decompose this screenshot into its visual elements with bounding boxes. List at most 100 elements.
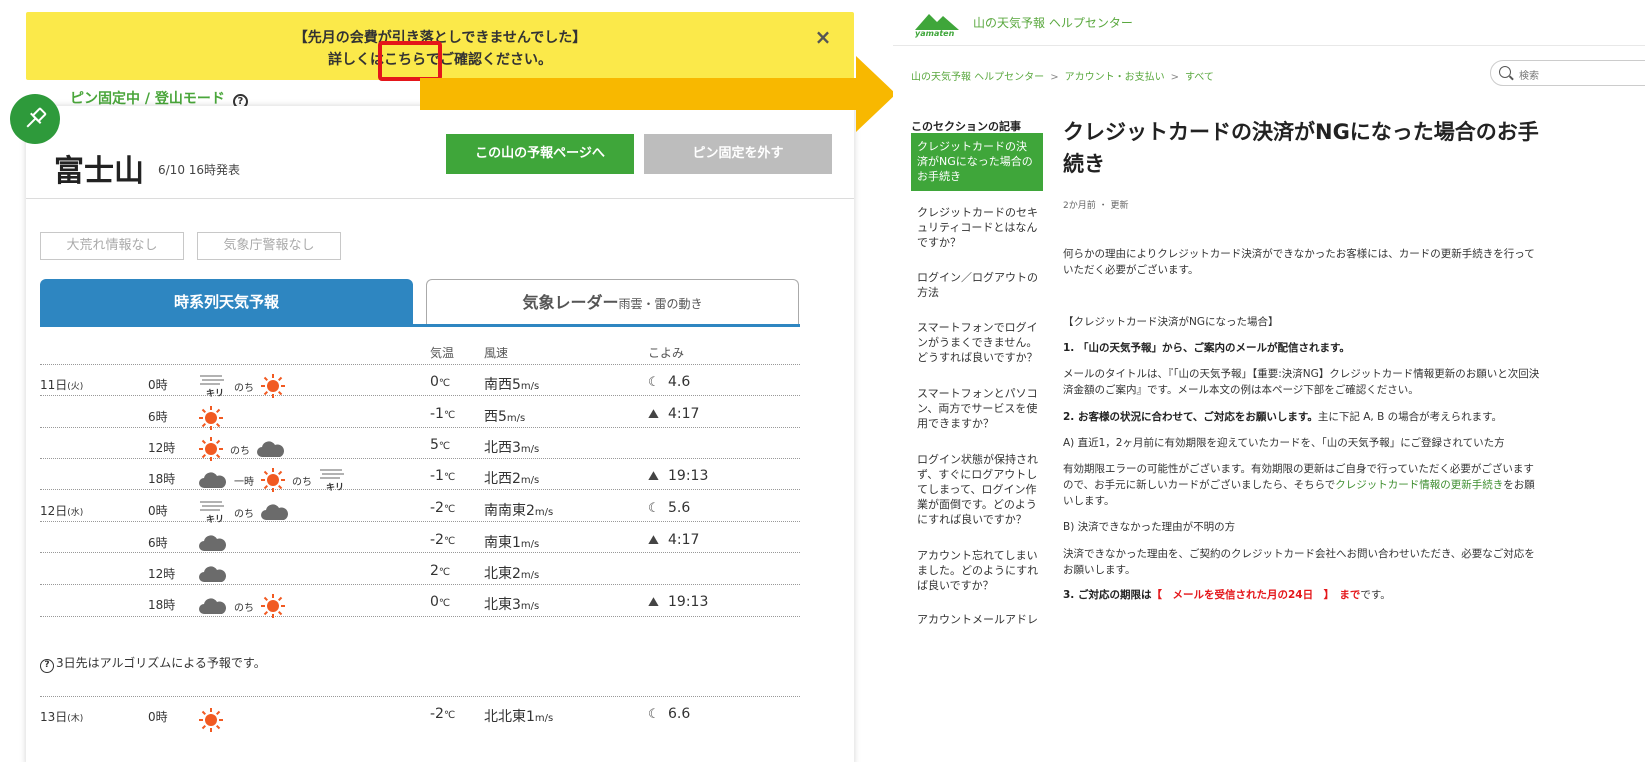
sidebar-item-account-email[interactable]: アカウントメールアドレ bbox=[917, 612, 1041, 627]
wind-value: 南西5m/s bbox=[484, 377, 540, 393]
breadcrumb: 山の天気予報 ヘルプセンター > アカウント・お支払い > すべて bbox=[911, 68, 1214, 83]
mountain-card: 富士山 6/10 16時発表 この山の予報ページへ ピン固定を外す 大荒れ情報な… bbox=[26, 106, 854, 762]
jma-warning-badge: 気象庁警報なし bbox=[197, 232, 341, 260]
tab-underline bbox=[40, 324, 800, 327]
row-divider bbox=[40, 458, 800, 459]
weather-icons: 一時 のち キリ bbox=[198, 467, 348, 493]
fog-label: キリ bbox=[326, 483, 345, 493]
wind-value: 北西3m/s bbox=[484, 440, 540, 456]
time-label: 18時 bbox=[148, 472, 176, 486]
logo-text: yamaten bbox=[915, 29, 955, 38]
weather-icons bbox=[198, 530, 228, 556]
row-divider bbox=[40, 616, 800, 617]
weather-icons bbox=[198, 561, 228, 587]
sidebar-item-smartphone-pc[interactable]: スマートフォンとパソコン、両方でサービスを使用できますか？ bbox=[917, 386, 1041, 431]
sunrise-icon: ⛰ bbox=[648, 407, 659, 422]
article-step-3: 3. ご対応の期限は【 メールを受信された月の24日 】 までです。 bbox=[1063, 587, 1541, 603]
arrow-icon bbox=[420, 56, 896, 132]
banner-close-icon[interactable]: × bbox=[812, 26, 834, 48]
unpin-button[interactable]: ピン固定を外す bbox=[644, 134, 832, 174]
sidebar-item-smartphone-login[interactable]: スマートフォンでログインがうまくできません。どうすれば良いですか？ bbox=[917, 320, 1041, 365]
wind-value: 南南東2m/s bbox=[484, 503, 554, 519]
koyomi-value: ☾ 4.6 bbox=[648, 374, 691, 390]
wind-value: 北東2m/s bbox=[484, 566, 540, 582]
cloud-icon bbox=[199, 472, 226, 488]
help-center-title[interactable]: 山の天気予報 ヘルプセンター bbox=[973, 14, 1133, 31]
temperature-value: -1℃ bbox=[430, 468, 456, 484]
koyomi-value: ⛰ 19:13 bbox=[648, 468, 709, 484]
day-label: 12日(水) bbox=[40, 504, 84, 518]
sidebar-item-login-logout[interactable]: ログイン／ログアウトの方法 bbox=[917, 270, 1041, 300]
sidebar-item-security-code[interactable]: クレジットカードのセキュリティコードとはなんですか？ bbox=[917, 205, 1041, 250]
wind-value: 南東1m/s bbox=[484, 535, 540, 551]
cloud-icon bbox=[199, 598, 226, 614]
row-divider bbox=[40, 584, 800, 585]
day-label: 11日(火) bbox=[40, 378, 84, 392]
breadcrumb-item-home[interactable]: 山の天気予報 ヘルプセンター bbox=[911, 72, 1044, 83]
logo-mountain bbox=[915, 14, 959, 30]
day-label: 13日(木) bbox=[40, 710, 84, 724]
breadcrumb-item-all[interactable]: すべて bbox=[1185, 72, 1214, 83]
then-label: のち bbox=[234, 602, 254, 614]
sidebar-item-login-state[interactable]: ログイン状態が保持されず、すぐにログアウトしてしまって、ログイン作業が面倒です。… bbox=[917, 452, 1041, 527]
weather-icons: のち bbox=[198, 436, 286, 462]
header-wind: 風速 bbox=[484, 346, 509, 360]
row-divider bbox=[40, 489, 800, 490]
sidebar-item-credit-ng[interactable]: クレジットカードの決済がNGになった場合のお手続き bbox=[911, 133, 1043, 191]
article-case-a-body: 有効期限エラーの可能性がございます。有効期限の更新はご自身で行っていただく必要が… bbox=[1063, 461, 1541, 509]
pin-mode-text: ピン固定中 / 登山モード bbox=[70, 91, 225, 107]
arrow-shape bbox=[420, 56, 896, 132]
article-case-a: A) 直近1，2ヶ月前に有効期限を迎えていたカードを、「山の天気予報」にご登録さ… bbox=[1063, 437, 1505, 449]
sunset-icon: ⛰ bbox=[648, 469, 659, 484]
weather-icons: キリ のち bbox=[198, 373, 286, 399]
card-divider bbox=[26, 198, 854, 199]
article-case-b-body: 決済できなかった理由を、ご契約のクレジットカード会社へお問い合わせいただき、必要… bbox=[1063, 548, 1535, 576]
sun-icon bbox=[261, 374, 285, 398]
fog-icon: キリ bbox=[198, 374, 228, 399]
time-label: 12時 bbox=[148, 567, 176, 581]
breadcrumb-separator: > bbox=[1050, 72, 1059, 83]
header-temp: 気温 bbox=[430, 346, 455, 360]
koyomi-value: ⛰ 4:17 bbox=[648, 532, 700, 548]
then-label: のち bbox=[234, 382, 254, 394]
wind-value: 西5m/s bbox=[484, 409, 526, 425]
pin-icon[interactable] bbox=[10, 94, 60, 144]
temperature-value: -2℃ bbox=[430, 500, 456, 516]
algorithm-note-text: 3日先はアルゴリズムによる予報です。 bbox=[56, 656, 266, 670]
weather-icons bbox=[198, 405, 224, 431]
search-icon bbox=[1499, 66, 1511, 78]
fog-label: キリ bbox=[206, 515, 225, 525]
yamaten-logo-icon[interactable]: yamaten bbox=[911, 10, 967, 38]
wind-value: 北北東1m/s bbox=[484, 709, 554, 725]
row-divider bbox=[40, 521, 800, 522]
temperature-value: -2℃ bbox=[430, 706, 456, 722]
search-placeholder: 検索 bbox=[1519, 71, 1539, 82]
koyomi-value: ⛰ 19:13 bbox=[648, 594, 709, 610]
time-label: 6時 bbox=[148, 410, 168, 424]
step-1-heading: 1. 「山の天気予報」から、ご案内のメールが配信されます。 bbox=[1063, 342, 1350, 354]
time-label: 0時 bbox=[148, 378, 168, 392]
koyomi-value: ⛰ 4:17 bbox=[648, 406, 700, 422]
tab-radar-label: 気象レーダー bbox=[522, 293, 619, 312]
breadcrumb-separator: > bbox=[1170, 72, 1179, 83]
sunrise-icon: ⛰ bbox=[648, 533, 659, 548]
tab-timeseries-forecast[interactable]: 時系列天気予報 bbox=[40, 279, 413, 325]
temperature-value: 2℃ bbox=[430, 563, 451, 579]
credit-update-link[interactable]: クレジットカード情報の更新手続き bbox=[1335, 479, 1503, 491]
step-3-tail: です。 bbox=[1360, 589, 1391, 601]
tab-weather-radar[interactable]: 気象レーダー雨雲・雷の動き bbox=[426, 279, 799, 325]
step-2-heading: 2. お客様の状況に合わせて、ご対応をお願いします。 bbox=[1063, 411, 1318, 423]
mountain-forecast-button[interactable]: この山の予報ページへ bbox=[446, 134, 634, 174]
help-center-header: yamaten 山の天気予報 ヘルプセンター bbox=[893, 0, 1645, 46]
fog-label: キリ bbox=[206, 389, 225, 399]
fog-icon: キリ bbox=[318, 468, 348, 493]
step-2-tail: 主に下記 A, B の場合が考えられます。 bbox=[1317, 411, 1503, 423]
article-case-b: B) 決済できなかった理由が不明の方 bbox=[1063, 521, 1236, 533]
article-intro: 何らかの理由によりクレジットカード決済ができなかったお客様には、カードの更新手続… bbox=[1063, 248, 1535, 276]
breadcrumb-item-account[interactable]: アカウント・お支払い bbox=[1065, 72, 1165, 83]
temperature-value: 0℃ bbox=[430, 594, 451, 610]
search-input[interactable]: 検索 bbox=[1490, 60, 1645, 86]
row-divider bbox=[40, 427, 800, 428]
sidebar-item-forgot-account[interactable]: アカウント忘れてしまいました。どのようにすれば良いですか？ bbox=[917, 548, 1041, 593]
release-time: 6/10 16時発表 bbox=[158, 163, 241, 177]
